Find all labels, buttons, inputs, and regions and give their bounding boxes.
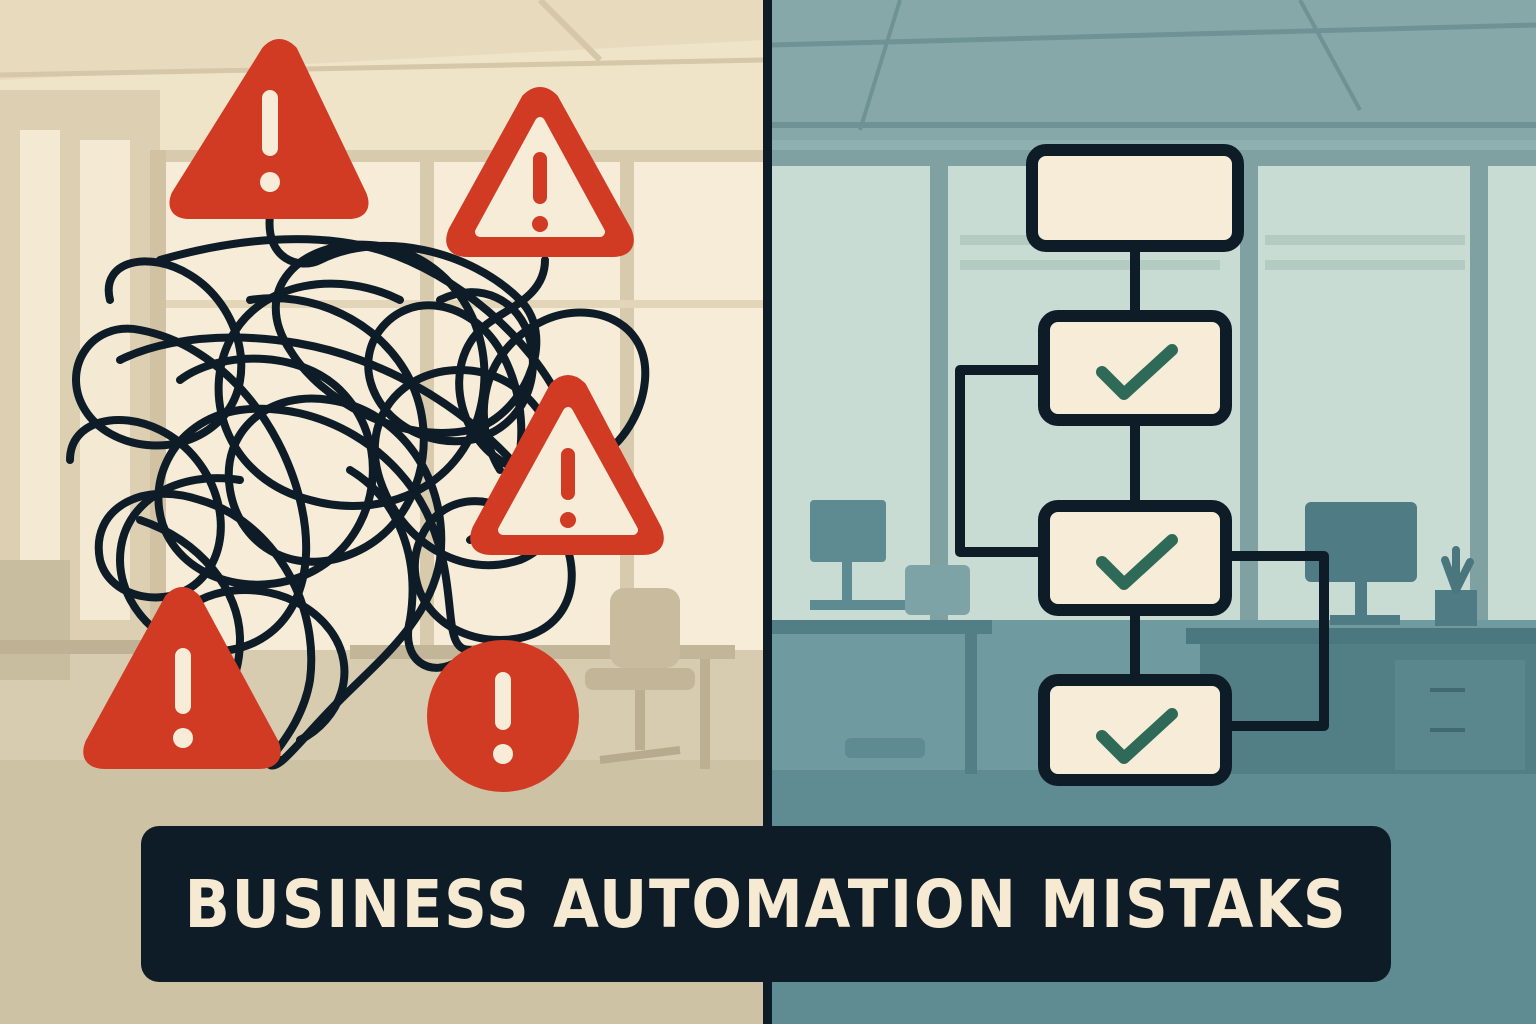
title-banner: BUSINESS AUTOMATION MISTAKS xyxy=(141,826,1391,982)
flowchart-start-box xyxy=(1026,144,1244,252)
flowchart-step-box xyxy=(1038,500,1232,616)
banner-title: BUSINESS AUTOMATION MISTAKS xyxy=(184,865,1348,943)
flowchart-step-box xyxy=(1038,674,1232,786)
flowchart-step-box xyxy=(1038,310,1232,426)
warning-circle-icon xyxy=(427,640,579,792)
